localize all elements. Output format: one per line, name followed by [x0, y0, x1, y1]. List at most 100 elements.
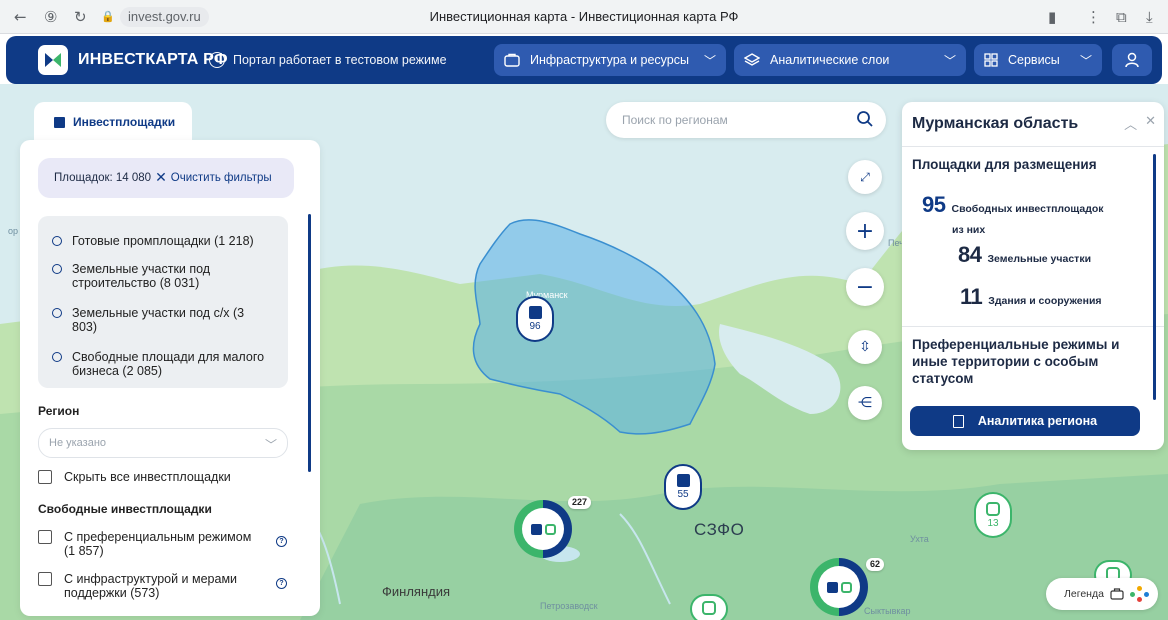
tabs-icon[interactable]: ⧉ — [1116, 8, 1127, 26]
site-cluster[interactable] — [810, 558, 868, 616]
radio-agricultural-land[interactable]: Земельные участки под с/х (3 803) — [52, 306, 262, 334]
land-site-pin[interactable] — [690, 594, 728, 620]
checkbox-icon — [38, 530, 52, 544]
fullscreen-icon[interactable]: ⤢ — [848, 160, 882, 194]
analytics-label: Аналитика региона — [977, 414, 1098, 428]
preferential-checkbox[interactable]: С преференциальным режимом (1 857) — [38, 530, 258, 558]
land-site-pin[interactable]: 13 — [974, 492, 1012, 538]
map-label-petrozavodsk: Петрозаводск — [540, 601, 598, 611]
search-icon[interactable] — [856, 110, 874, 128]
free-sites-label: Свободных инвестплощадок — [951, 203, 1104, 215]
analytic-layers-label: Аналитические слои — [770, 53, 890, 67]
zoom-out-icon[interactable]: − — [846, 268, 884, 306]
radio-icon — [52, 236, 62, 246]
panel-scrollbar[interactable] — [1153, 154, 1156, 400]
region-analytics-button[interactable]: Аналитика региона — [910, 406, 1140, 436]
of-them-label: из них — [952, 224, 986, 236]
infrastructure-checkbox[interactable]: С инфраструктурой и мерами поддержки (57… — [38, 572, 258, 600]
close-icon[interactable]: ✕ — [1145, 114, 1156, 133]
map-label-syktyvkar: Сыктывкар — [864, 606, 911, 616]
help-icon[interactable]: ? — [276, 578, 287, 589]
map-label-or: ор — [8, 226, 19, 236]
more-icon[interactable]: ⋮ — [1086, 8, 1101, 26]
search-placeholder: Поиск по регионам — [622, 113, 728, 127]
services-menu-button[interactable]: Сервисы ﹀ — [974, 44, 1102, 76]
user-icon — [1125, 52, 1139, 68]
region-search-input[interactable]: Поиск по регионам — [606, 102, 886, 138]
legend-dots-icon — [1129, 586, 1152, 602]
collapse-icon[interactable]: ︿ — [1124, 114, 1137, 133]
briefcase-icon — [1110, 588, 1124, 600]
panel-scrollbar[interactable] — [308, 214, 311, 472]
land-stat: 84 Земельные участки — [958, 242, 1091, 268]
infrastructure-menu-button[interactable]: Инфраструктура и ресурсы ﹀ — [494, 44, 726, 76]
radio-small-business[interactable]: Свободные площади для малого бизнеса (2 … — [52, 350, 278, 378]
building-icon — [676, 474, 690, 487]
site-type-radio-group: Готовые промплощадки (1 218) Земельные у… — [38, 216, 288, 388]
investment-site-pin[interactable]: 55 — [664, 464, 702, 510]
document-icon — [952, 414, 964, 428]
building-icon — [528, 306, 542, 319]
chevron-down-icon: ﹀ — [703, 53, 716, 68]
checkbox-icon — [38, 470, 52, 484]
logo-text[interactable]: ИНВЕСТКАРТА РФ — [78, 51, 228, 69]
region-placeholder: Не указано — [49, 437, 107, 449]
region-info-panel: Мурманская область ︿ ✕ Площадки для разме… — [902, 102, 1164, 450]
investment-site-pin[interactable]: 96 — [516, 296, 554, 342]
help-icon[interactable]: ? — [276, 536, 287, 547]
target-icon — [986, 501, 1000, 516]
building-icon — [826, 581, 838, 593]
ruler-icon[interactable]: ⇳ — [848, 330, 882, 364]
briefcase-icon — [504, 53, 520, 67]
target-icon — [840, 581, 852, 593]
region-title: Мурманская область — [912, 115, 1079, 132]
sites-count: Площадок: 14 080 — [54, 172, 152, 184]
app-header: ИНВЕСТКАРТА РФ i Портал работает в тесто… — [6, 36, 1162, 84]
close-icon[interactable]: ✕ — [155, 170, 167, 186]
placement-sites-title: Площадки для размещения — [912, 157, 1097, 172]
analytic-layers-menu-button[interactable]: Аналитические слои ﹀ — [734, 44, 966, 76]
divider — [902, 326, 1164, 327]
radio-icon — [52, 352, 62, 362]
services-label: Сервисы — [1008, 53, 1060, 67]
infrastructure-label: Инфраструктура и ресурсы — [530, 53, 689, 67]
radio-label: Земельные участки под с/х (3 803) — [72, 306, 245, 334]
browser-toolbar: ← ⑨ ↻ 🔒 invest.gov.ru Инвестиционная кар… — [0, 0, 1168, 34]
checkbox-icon — [38, 572, 52, 586]
radio-label: Свободные площади для малого бизнеса (2 … — [72, 350, 265, 378]
radio-icon — [52, 264, 62, 274]
download-icon[interactable]: ⤓ — [1146, 8, 1153, 26]
hide-all-checkbox[interactable]: Скрыть все инвестплощадки — [38, 470, 231, 484]
share-icon[interactable]: ⋲ — [848, 386, 882, 420]
tab-label: Инвестплощадки — [73, 115, 176, 129]
info-icon: i — [209, 52, 225, 68]
clear-filters-link[interactable]: Очистить фильтры — [171, 172, 272, 184]
user-button[interactable] — [1112, 44, 1152, 76]
zoom-in-icon[interactable]: + — [846, 212, 884, 250]
radio-construction-land[interactable]: Земельные участки под строительство (8 0… — [52, 262, 242, 290]
building-icon — [530, 523, 542, 535]
layers-icon — [744, 53, 760, 66]
filter-panel: Площадок: 14 080 ✕ Очистить фильтры Гото… — [20, 140, 320, 616]
radio-label: Готовые промплощадки (1 218) — [72, 234, 254, 248]
logo-icon[interactable] — [38, 45, 68, 75]
buildings-stat: 11 Здания и сооружения — [960, 284, 1102, 310]
chevron-down-icon: ﹀ — [264, 438, 277, 452]
legend-button[interactable]: Легенда — [1046, 578, 1158, 610]
bookmark-icon[interactable]: ▮ — [1048, 8, 1056, 26]
checkbox-label: С инфраструктурой и мерами поддержки (57… — [64, 572, 238, 600]
preferential-regimes-title: Преференциальные режимы и иные территори… — [912, 337, 1120, 386]
building-icon — [54, 116, 65, 128]
divider — [902, 146, 1164, 147]
region-select[interactable]: Не указано ﹀ — [38, 428, 288, 458]
radio-ready-industrial[interactable]: Готовые промплощадки (1 218) — [52, 234, 278, 248]
site-cluster[interactable] — [514, 500, 572, 558]
free-sites-title: Свободные инвестплощадки — [38, 502, 212, 516]
checkbox-label: С преференциальным режимом (1 857) — [64, 530, 252, 558]
region-title: Регион — [38, 404, 80, 418]
checkbox-label: Скрыть все инвестплощадки — [64, 470, 231, 484]
pin-count: 13 — [987, 517, 999, 529]
free-sites-count: 95 — [922, 192, 946, 217]
test-mode-notice: i Портал работает в тестовом режиме — [209, 51, 447, 69]
tab-invest-sites[interactable]: Инвестплощадки — [34, 102, 192, 142]
